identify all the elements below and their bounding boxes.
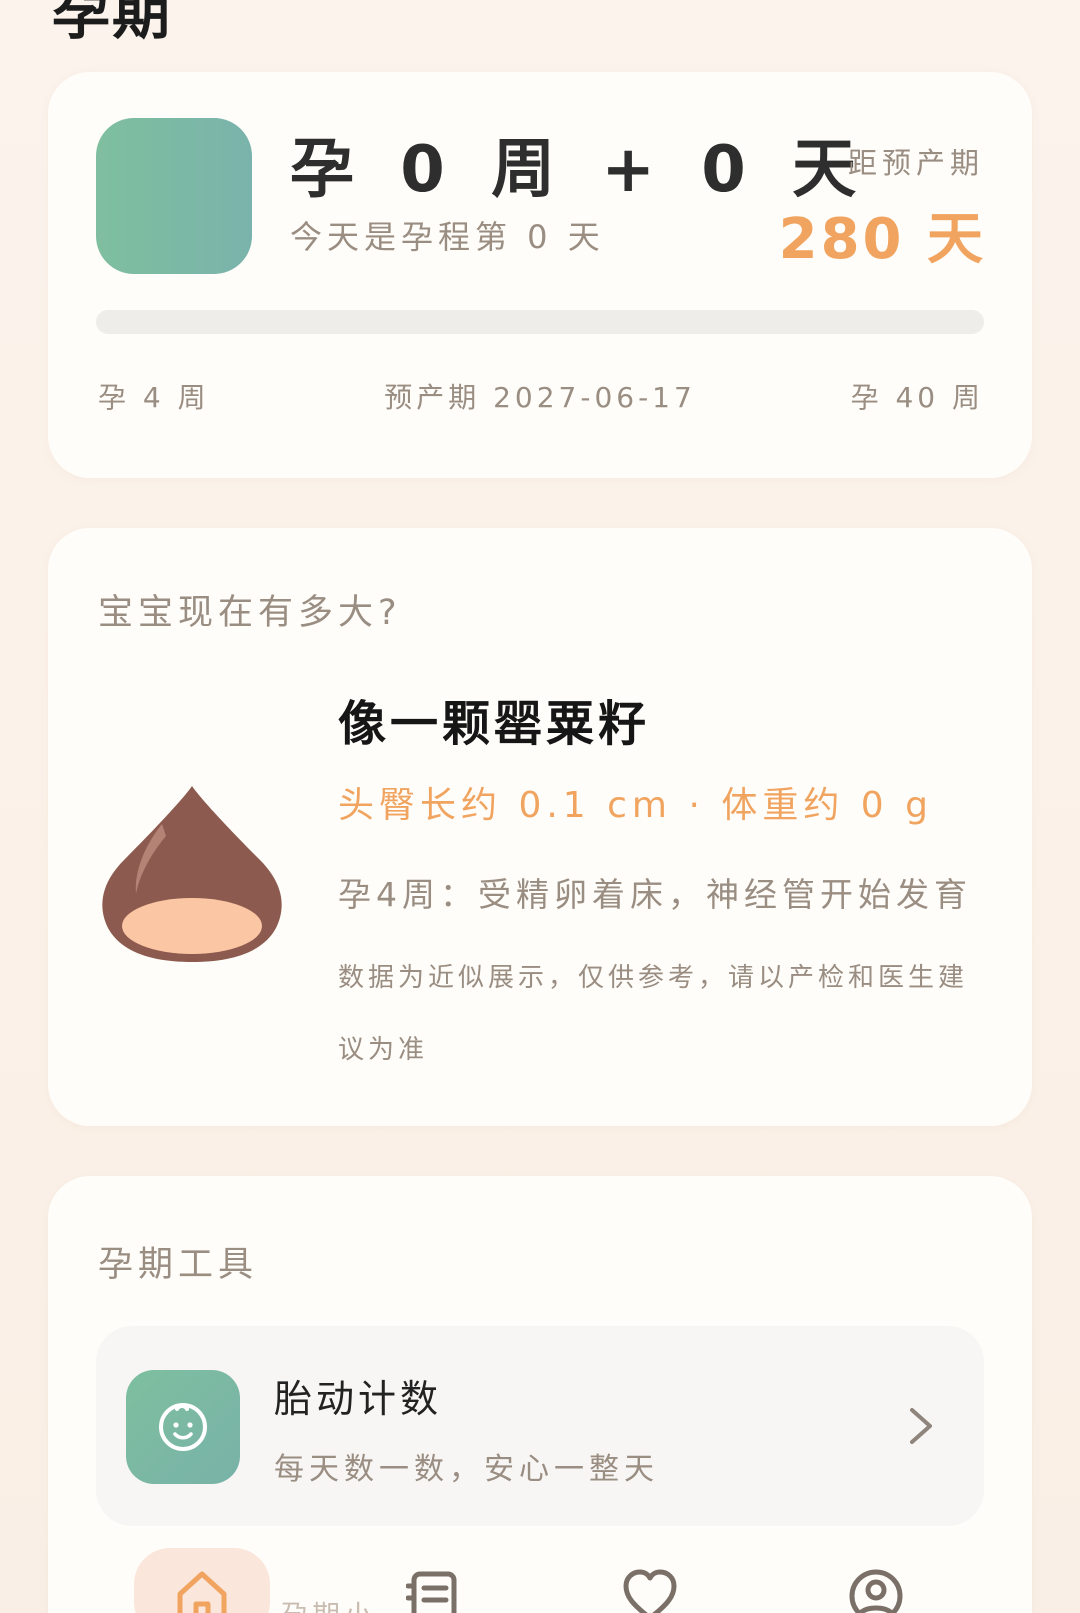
tab-profile[interactable] xyxy=(826,1548,926,1613)
tool-title: 胎动计数 xyxy=(274,1377,443,1421)
fruit-comparison-name: 像一颗罂粟籽 xyxy=(338,696,651,752)
page-title: 孕期 xyxy=(52,0,173,47)
tab-favorites[interactable] xyxy=(600,1548,700,1613)
due-countdown-value: 280 天 xyxy=(778,207,986,272)
pregnancy-progress-card[interactable]: 孕 0 周 + 0 天 今天是孕程第 0 天 距预产期 280 天 孕 4 周 … xyxy=(48,72,1032,478)
baby-avatar-tile xyxy=(96,118,252,274)
tools-title: 孕期工具 xyxy=(98,1245,259,1285)
due-countdown-label: 距预产期 xyxy=(847,146,984,180)
heart-icon xyxy=(623,1569,677,1613)
pregnancy-progress-bar xyxy=(96,310,984,334)
page: 孕期 孕 0 周 + 0 天 今天是孕程第 0 天 距预产期 280 天 孕 4… xyxy=(0,0,1080,1613)
baby-size-title: 宝宝现在有多大? xyxy=(98,593,402,633)
week-development-text: 孕4周：受精卵着床，神经管开始发育 xyxy=(338,875,972,914)
tab-records[interactable] xyxy=(386,1548,486,1613)
tool-item-kick-counter[interactable]: 胎动计数 每天数一数，安心一整天 xyxy=(96,1326,984,1526)
home-icon xyxy=(177,1571,227,1613)
baby-face-icon xyxy=(126,1370,240,1484)
bottom-tab-bar: 孕期小 xyxy=(0,1548,1080,1613)
chevron-right-icon xyxy=(910,1408,932,1444)
progress-end-label: 孕 40 周 xyxy=(850,381,984,414)
baby-size-card[interactable]: 宝宝现在有多大? 像一颗罂粟籽 头臀长约 0.1 cm · 体重约 0 g 孕4… xyxy=(48,528,1032,1126)
tab-home[interactable] xyxy=(134,1548,270,1613)
chestnut-icon xyxy=(102,786,282,962)
disclaimer-text: 数据为近似展示，仅供参考，请以产检和医生建议为准 xyxy=(338,963,969,1065)
tab-partial-label: 孕期小 xyxy=(280,1594,376,1613)
tool-subtitle: 每天数一数，安心一整天 xyxy=(274,1452,659,1487)
day-count-text: 今天是孕程第 0 天 xyxy=(290,218,605,256)
profile-icon xyxy=(849,1569,903,1613)
baby-measurements: 头臀长约 0.1 cm · 体重约 0 g xyxy=(338,785,933,826)
list-icon xyxy=(406,1571,457,1613)
